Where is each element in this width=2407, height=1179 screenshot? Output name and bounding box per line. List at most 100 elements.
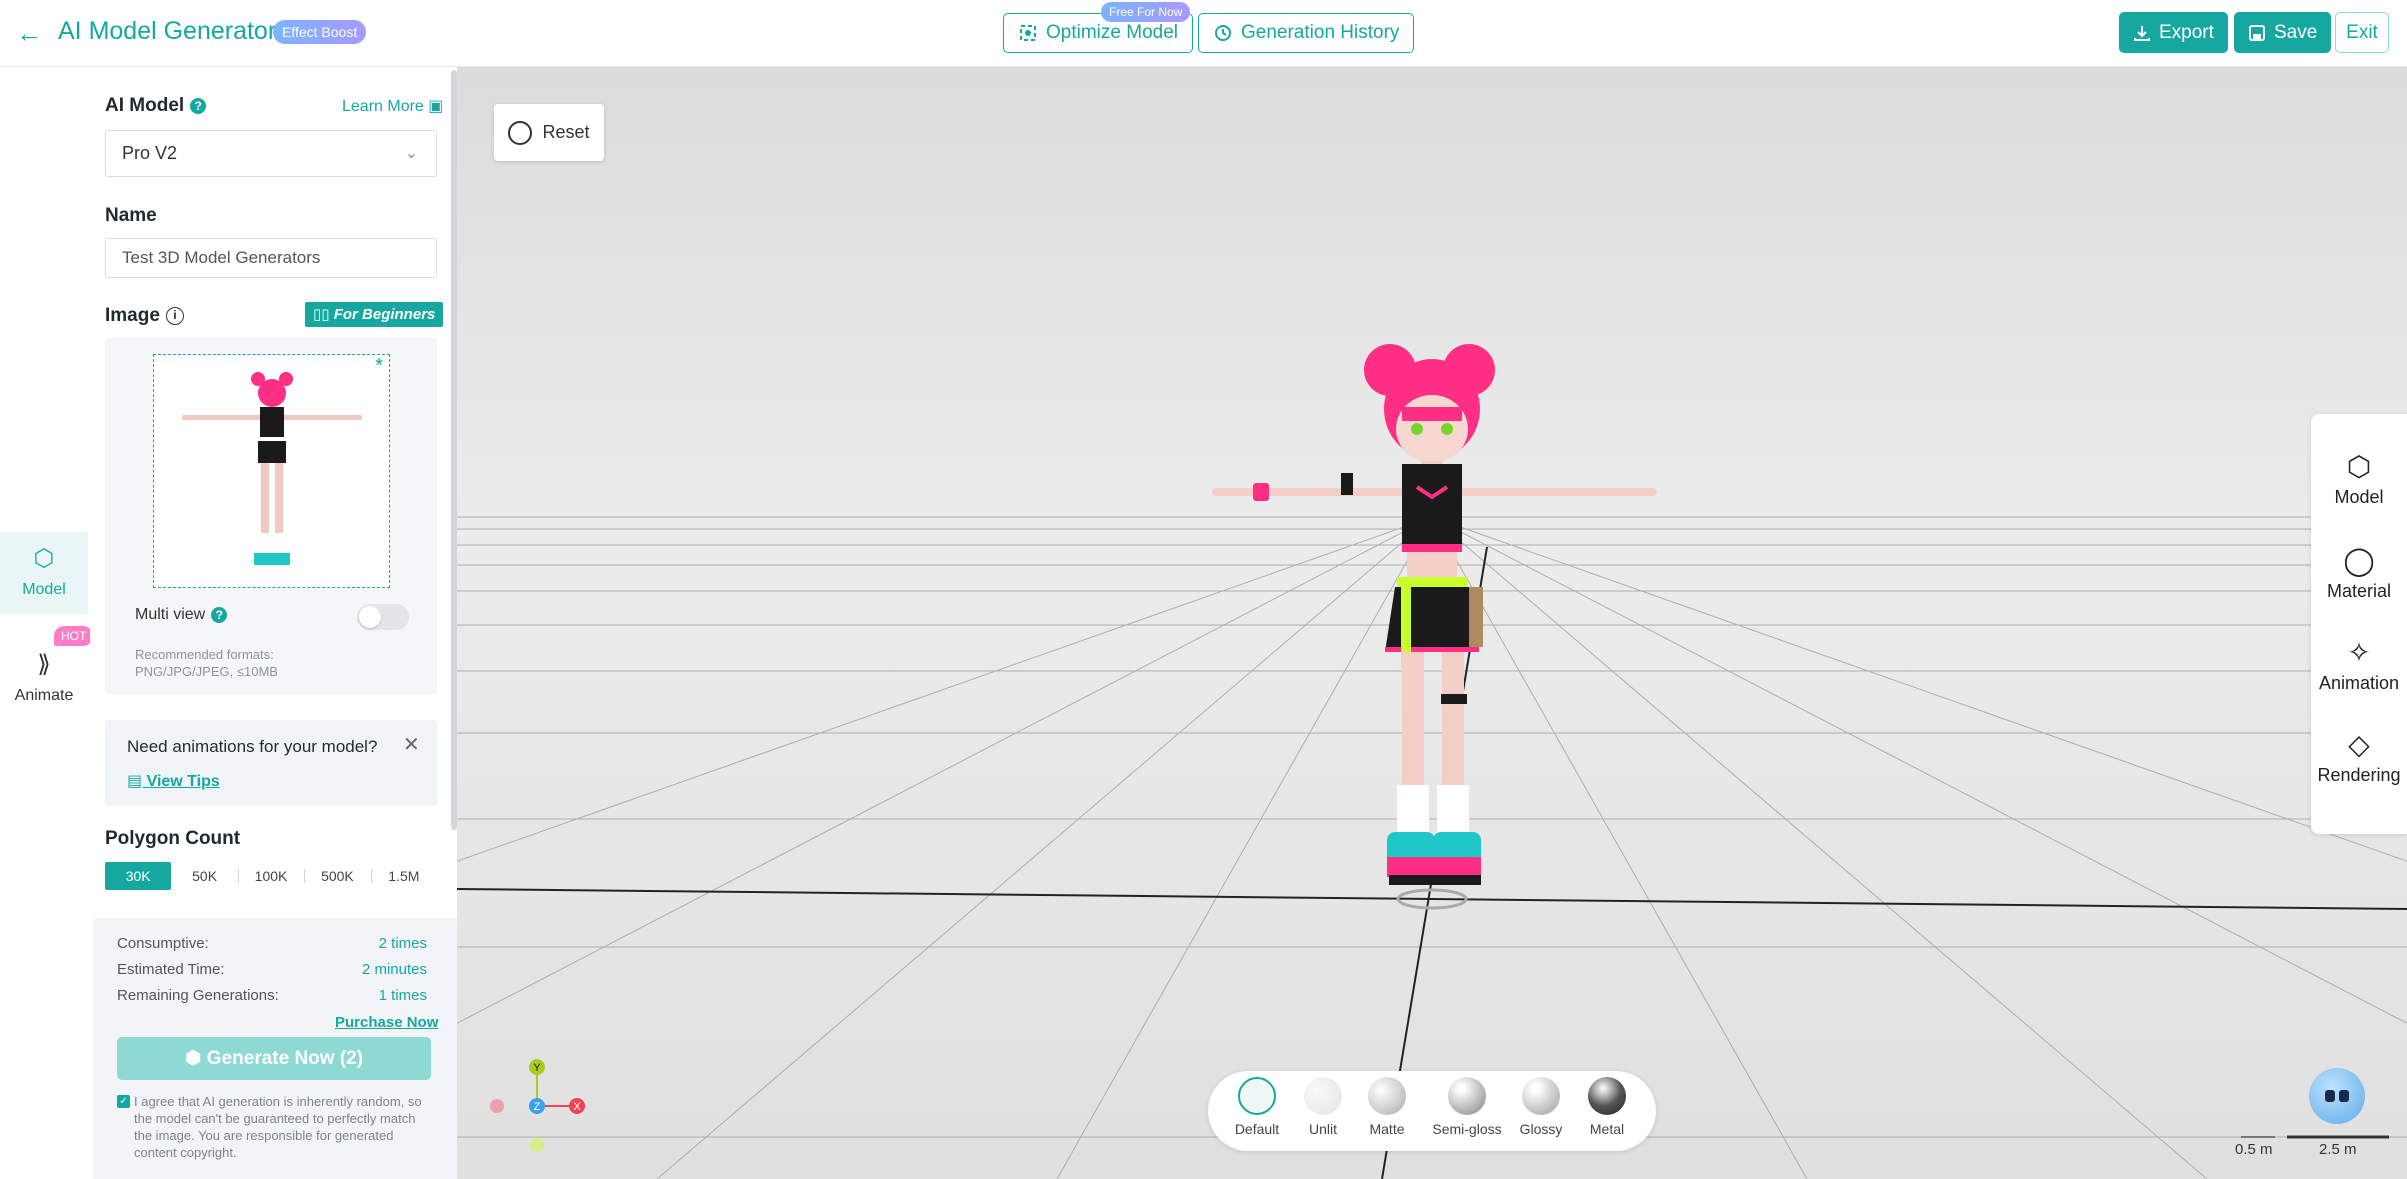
generation-history-button[interactable]: Generation History [1198,13,1415,53]
material-glossy[interactable]: Glossy [1508,1077,1574,1137]
material-semi-gloss[interactable]: Semi-gloss [1426,1077,1508,1137]
axis-label-x: X [573,1101,581,1113]
tool-rendering[interactable]: ◇ Rendering [2311,728,2407,786]
polygon-option-500k[interactable]: 500K [304,862,370,890]
scale-label-small: 0.5 m [2235,1141,2273,1158]
material-unlit[interactable]: Unlit [1290,1077,1356,1137]
material-presets-bar: Default Unlit Matte Semi-gloss Glossy Me… [1208,1071,1656,1151]
optimize-model-label: Optimize Model [1046,22,1178,43]
crosshair-icon [508,120,533,145]
export-button[interactable]: Export [2119,12,2228,53]
selected-model: Pro V2 [122,143,178,163]
polygon-option-100k[interactable]: 100K [237,862,304,890]
remaining-row: Remaining Generations: 1 times [117,987,427,1004]
axis-label-y: Y [533,1062,541,1074]
rail-item-animate[interactable]: ⟫ Animate [0,634,88,716]
learn-more-link[interactable]: Learn More ▣ [342,96,443,116]
asterisk-icon: * [375,355,383,377]
reset-label: Reset [542,122,590,142]
download-icon [2134,25,2150,41]
3d-viewport[interactable]: Y X Z Reset ⬡ Model ◯ Material ✧ Animati… [457,67,2407,1179]
rail-item-model[interactable]: ⬡ Model [0,532,88,614]
material-default[interactable]: Default [1224,1077,1290,1137]
tool-material[interactable]: ◯ Material [2311,544,2407,602]
document-icon: ▤ [127,773,147,790]
tip-title: Need animations for your model? [127,737,378,756]
paint-bucket-icon: ◇ [2348,729,2370,760]
polygon-option-50k[interactable]: 50K [171,862,237,890]
help-icon[interactable]: ? [190,97,207,114]
rail-animate-label: Animate [14,687,74,704]
scene-canvas: Y X Z [457,67,2407,1179]
help-icon[interactable]: ? [211,606,228,623]
back-arrow-icon[interactable]: ← [14,18,44,48]
sparkle-icon: ✧ [2347,637,2371,668]
sphere-icon [1368,1077,1406,1115]
remaining-value: 1 times [378,987,427,1004]
reset-view-button[interactable]: Reset [494,104,604,161]
exit-button[interactable]: Exit [2335,12,2389,53]
material-matte[interactable]: Matte [1354,1077,1420,1137]
polygon-option-30k[interactable]: 30K [105,862,172,890]
image-heading: Image i [105,305,184,327]
tool-model-label: Model [2334,487,2384,507]
view-tips-label: View Tips [146,773,220,790]
name-label: Name [105,205,157,226]
material-glossy-label: Glossy [1519,1121,1563,1137]
image-upload-area: * Multi view? Recommended formats: PNG/J… [105,338,437,694]
multi-view-row: Multi view? [135,606,228,624]
sphere-icon: ◯ [2343,545,2375,576]
image-label: Image [105,305,160,326]
rail-model-label: Model [22,581,66,598]
consumptive-value: 2 times [378,935,427,952]
tool-model[interactable]: ⬡ Model [2311,450,2407,508]
generate-now-label: Generate Now (2) [206,1048,364,1069]
sphere-icon [1448,1077,1486,1115]
export-label: Export [2159,21,2214,43]
save-button[interactable]: Save [2234,12,2332,53]
material-metal[interactable]: Metal [1574,1077,1640,1137]
chevron-down-icon: ⌄ [404,145,418,162]
purchase-now-link[interactable]: Purchase Now [335,1014,438,1031]
learn-more-label: Learn More [342,98,424,115]
agree-label: I agree that AI generation is inherently… [134,1094,422,1160]
axis-label-z: Z [534,1101,541,1113]
multi-view-label: Multi view [135,606,206,623]
animation-tip-card: Need animations for your model? ✕ ▤ View… [105,720,437,806]
consumptive-label: Consumptive: [117,935,209,952]
uploaded-image-preview[interactable]: * [153,354,390,588]
scale-label-large: 2.5 m [2319,1141,2357,1158]
generation-cost-box: Consumptive: 2 times Estimated Time: 2 m… [93,918,457,1179]
optimize-icon [1020,25,1036,41]
polygon-count-selector: 30K 50K 100K 500K 1.5M [105,862,437,890]
material-unlit-label: Unlit [1308,1121,1337,1137]
generate-now-button[interactable]: ⬢ Generate Now (2) [117,1037,431,1080]
recommended-formats: Recommended formats: PNG/JPG/JPEG, ≤10MB [135,647,278,679]
ai-model-select[interactable]: Pro V2 ⌄ [105,130,437,177]
tool-animation-label: Animation [2318,673,2400,693]
sphere-icon [1588,1077,1626,1115]
view-tips-link[interactable]: ▤ View Tips [127,771,220,791]
effect-boost-badge: Effect Boost [273,20,367,44]
ai-model-heading: AI Model? [105,95,207,117]
top-bar: ← AI Model Generator Effect Boost Free F… [0,0,2407,67]
cube-icon: ⬡ [2346,451,2372,482]
remaining-label: Remaining Generations: [117,987,279,1004]
save-label: Save [2274,21,2318,43]
generation-history-label: Generation History [1241,22,1400,43]
multi-view-toggle[interactable] [357,604,409,630]
material-matte-label: Matte [1369,1121,1405,1137]
assistant-robot-icon[interactable] [2309,1068,2365,1124]
animate-icon: ⟫ [37,651,51,678]
name-input[interactable]: Test 3D Model Generators [105,238,437,278]
polygon-option-1-5m[interactable]: 1.5M [370,862,437,890]
material-default-label: Default [1234,1121,1280,1137]
estimated-time-value: 2 minutes [361,961,427,978]
close-icon[interactable]: ✕ [403,732,420,757]
for-beginners-button[interactable]: ▯▯ For Beginners [305,302,444,327]
history-icon [1215,25,1231,41]
info-icon[interactable]: i [165,306,184,325]
tool-rendering-label: Rendering [2317,765,2401,785]
agree-checkbox[interactable]: ✓ [117,1095,130,1108]
tool-animation[interactable]: ✧ Animation [2311,636,2407,694]
